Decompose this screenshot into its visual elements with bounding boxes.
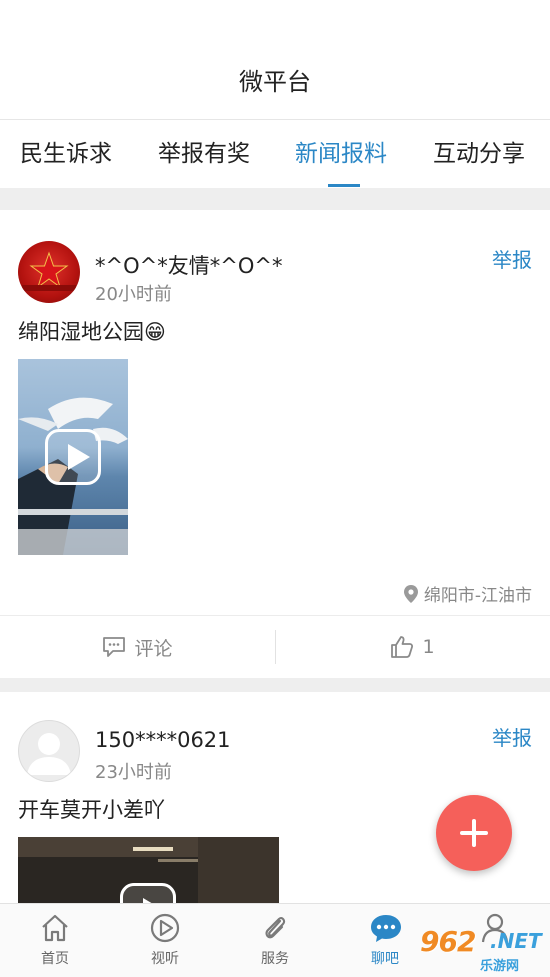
nav-label: 服务 [261,951,289,967]
tab-livelihood[interactable]: 民生诉求 [20,120,112,188]
play-icon[interactable] [120,883,176,903]
play-icon [150,913,180,943]
video-thumbnail[interactable] [18,359,128,555]
location-text: 绵阳市-江油市 [423,586,532,606]
thumbs-up-icon [390,635,414,659]
page-title: 微平台 [239,68,311,96]
tab-news-tips[interactable]: 新闻报料 [295,120,387,188]
avatar[interactable] [18,720,80,782]
avatar[interactable] [18,241,80,303]
post-username[interactable]: 150****0621 [95,728,231,752]
post-time: 23小时前 [95,762,172,783]
report-button[interactable]: 举报 [492,722,532,751]
nav-label: 视听 [151,951,179,967]
like-count: 1 [422,636,435,658]
post-username[interactable]: *^O^*友情*^O^* [95,250,282,280]
tab-bar: 民生诉求 举报有奖 新闻报料 互动分享 [0,120,550,188]
section-divider [0,678,550,692]
post-time: 20小时前 [95,284,172,305]
video-thumbnail[interactable] [18,837,279,903]
location-label: 绵阳市-江油市 [403,581,532,606]
add-post-button[interactable] [436,795,512,871]
app-screen: 微平台 民生诉求 举报有奖 新闻报料 互动分享 *^O^*友情*^O^* 20小… [0,0,550,977]
tab-report-reward[interactable]: 举报有奖 [158,120,250,188]
nav-label: 首页 [41,951,69,967]
comment-icon [102,636,126,658]
home-icon [42,914,68,942]
paperclip-icon [265,917,286,939]
location-pin-icon [403,585,418,603]
post-actions: 评论 1 [0,615,550,677]
watermark-brand: 962 [420,925,476,958]
comment-label: 评论 [134,637,173,660]
post-card: *^O^*友情*^O^* 20小时前 举报 绵阳湿地公园😁 绵阳市-江油市 评论… [0,210,550,678]
site-watermark: 962 .NET 乐游网 [420,925,548,975]
star-emblem-icon [22,251,76,291]
nav-service[interactable]: 服务 [220,904,330,977]
tab-active-indicator [328,184,360,187]
post-content: 绵阳湿地公园😁 [18,320,166,344]
default-avatar-icon [27,733,71,775]
play-icon[interactable] [45,429,101,485]
chat-icon [371,915,401,942]
watermark-suffix: .NET [490,929,542,953]
nav-media[interactable]: 视听 [110,904,220,977]
app-header: 微平台 [0,0,550,120]
comment-button[interactable]: 评论 [0,616,275,678]
watermark-sub: 乐游网 [480,959,520,974]
section-divider [0,188,550,210]
report-button[interactable]: 举报 [492,244,532,273]
like-button[interactable]: 1 [275,616,550,678]
nav-home[interactable]: 首页 [0,904,110,977]
tab-interactive-share[interactable]: 互动分享 [433,120,525,188]
post-content: 开车莫开小差吖 [18,798,165,822]
